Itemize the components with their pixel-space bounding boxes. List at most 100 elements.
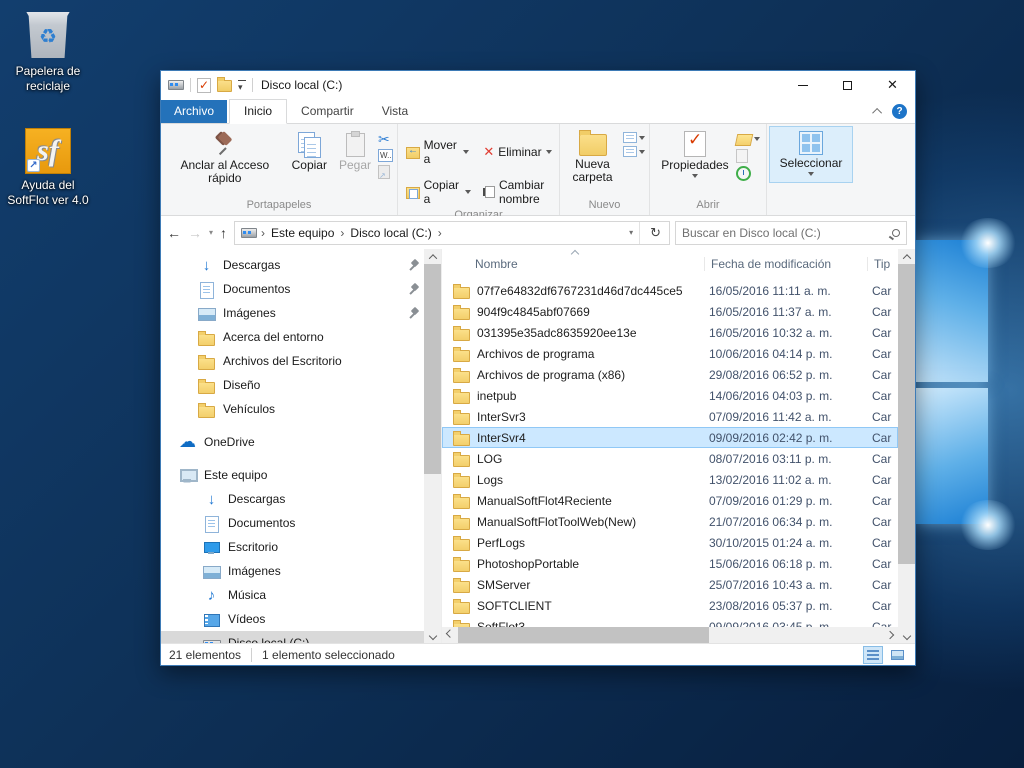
file-row[interactable]: inetpub 14/06/2016 04:03 p. m. Car bbox=[442, 385, 898, 406]
select-button[interactable]: Seleccionar bbox=[769, 126, 854, 183]
scrollbar-thumb[interactable] bbox=[898, 264, 915, 564]
easy-access-button[interactable] bbox=[623, 132, 645, 143]
sidebar-item-label: Descargas bbox=[223, 258, 400, 272]
new-folder-button[interactable]: Nueva carpeta bbox=[564, 128, 621, 187]
paste-button[interactable]: Pegar bbox=[334, 128, 376, 175]
sidebar-item[interactable]: Vehículos bbox=[161, 397, 424, 421]
sidebar-item[interactable]: Documentos bbox=[161, 511, 424, 535]
title-bar[interactable]: ▾ Disco local (C:) ✕ bbox=[161, 71, 915, 99]
sidebar-item[interactable]: Vídeos bbox=[161, 607, 424, 631]
column-header-name[interactable]: Nombre bbox=[442, 257, 705, 271]
search-icon[interactable] bbox=[892, 229, 900, 237]
scroll-up-icon[interactable] bbox=[898, 249, 915, 264]
sidebar-item[interactable]: Descargas bbox=[161, 253, 424, 277]
copy-to-button[interactable]: Copiar a bbox=[402, 176, 475, 208]
scroll-down-icon[interactable] bbox=[424, 628, 441, 643]
sidebar-item[interactable]: Música bbox=[161, 583, 424, 607]
scroll-right-icon[interactable] bbox=[882, 627, 898, 643]
open-button[interactable] bbox=[736, 132, 760, 146]
search-box[interactable] bbox=[675, 221, 907, 245]
file-row[interactable]: Archivos de programa (x86) 29/08/2016 06… bbox=[442, 364, 898, 385]
file-row[interactable]: 07f7e64832df6767231d46d7dc445ce5 16/05/2… bbox=[442, 280, 898, 301]
tab-compartir[interactable]: Compartir bbox=[287, 100, 368, 123]
paste-shortcut-icon[interactable] bbox=[378, 165, 390, 179]
details-view-button[interactable] bbox=[863, 646, 883, 664]
rename-button[interactable]: Cambiar nombre bbox=[481, 176, 555, 208]
file-row[interactable]: Logs 13/02/2016 11:02 a. m. Car bbox=[442, 469, 898, 490]
search-input[interactable] bbox=[682, 226, 892, 240]
cut-icon[interactable]: ✂ bbox=[378, 132, 393, 146]
file-row[interactable]: Archivos de programa 10/06/2016 04:14 p.… bbox=[442, 343, 898, 364]
minimize-button[interactable] bbox=[780, 71, 825, 99]
up-button[interactable]: ↑ bbox=[220, 225, 227, 241]
scrollbar-thumb[interactable] bbox=[458, 627, 709, 643]
properties-button[interactable]: Propiedades bbox=[656, 128, 733, 181]
tab-inicio[interactable]: Inicio bbox=[229, 99, 287, 124]
help-icon[interactable]: ? bbox=[892, 104, 907, 119]
new-item-icon bbox=[623, 146, 637, 157]
minimize-ribbon-icon[interactable] bbox=[872, 108, 882, 118]
address-dropdown-icon[interactable]: ▾ bbox=[623, 222, 640, 244]
sidebar-item[interactable]: Disco local (C:) bbox=[161, 631, 424, 643]
delete-button[interactable]: ✕ Eliminar bbox=[479, 136, 555, 168]
sidebar-item[interactable]: Imágenes bbox=[161, 559, 424, 583]
copy-path-icon[interactable]: W.. bbox=[378, 149, 393, 162]
sidebar-item[interactable]: Este equipo bbox=[161, 463, 424, 487]
file-date: 08/07/2016 03:11 p. m. bbox=[703, 452, 866, 466]
file-row[interactable]: 904f9c4845abf07669 16/05/2016 11:37 a. m… bbox=[442, 301, 898, 322]
recent-locations-icon[interactable]: ▾ bbox=[209, 228, 213, 237]
refresh-icon[interactable]: ↻ bbox=[644, 225, 667, 241]
edit-icon[interactable] bbox=[736, 149, 748, 163]
desktop-icon-recycle-bin[interactable]: Papelera de reciclaje bbox=[0, 10, 96, 94]
qat-customize-icon[interactable]: ▾ bbox=[238, 80, 246, 91]
close-button[interactable]: ✕ bbox=[870, 71, 915, 99]
sidebar-item[interactable]: Escritorio bbox=[161, 535, 424, 559]
file-row[interactable]: LOG 08/07/2016 03:11 p. m. Car bbox=[442, 448, 898, 469]
file-row[interactable]: ManualSoftFlot4Reciente 07/09/2016 01:29… bbox=[442, 490, 898, 511]
file-row[interactable]: ManualSoftFlotToolWeb(New) 21/07/2016 06… bbox=[442, 511, 898, 532]
file-row[interactable]: SOFTCLIENT 23/08/2016 05:37 p. m. Car bbox=[442, 595, 898, 616]
pin-to-quick-access-button[interactable]: Anclar al Acceso rápido bbox=[165, 128, 285, 188]
copy-button[interactable]: Copiar bbox=[287, 128, 332, 175]
file-row[interactable]: 031395e35adc8635920ee13e 16/05/2016 10:3… bbox=[442, 322, 898, 343]
scroll-left-icon[interactable] bbox=[442, 627, 458, 643]
breadcrumb-local-disk[interactable]: Disco local (C:) bbox=[348, 226, 433, 240]
column-headers: Nombre Fecha de modificación Tip bbox=[442, 249, 898, 275]
sidebar-item[interactable]: Descargas bbox=[161, 487, 424, 511]
column-header-type[interactable]: Tip bbox=[868, 257, 898, 271]
new-item-button[interactable] bbox=[623, 146, 645, 157]
tab-vista[interactable]: Vista bbox=[368, 100, 422, 123]
sidebar-item[interactable]: Documentos bbox=[161, 277, 424, 301]
sidebar-scrollbar[interactable] bbox=[424, 249, 441, 643]
file-row[interactable]: SoftFlot3 09/09/2016 03:45 p. m. Car bbox=[442, 616, 898, 627]
thumbnails-view-button[interactable] bbox=[887, 646, 907, 664]
history-icon[interactable] bbox=[736, 166, 751, 181]
back-button[interactable]: ← bbox=[167, 225, 181, 241]
sidebar-item[interactable]: Imágenes bbox=[161, 301, 424, 325]
column-header-date[interactable]: Fecha de modificación bbox=[705, 257, 868, 271]
qat-properties-icon[interactable] bbox=[197, 78, 211, 93]
file-row[interactable]: InterSvr4 09/09/2016 02:42 p. m. Car bbox=[442, 427, 898, 448]
sidebar-item[interactable]: Archivos del Escritorio bbox=[161, 349, 424, 373]
file-row[interactable]: PhotoshopPortable 15/06/2016 06:18 p. m.… bbox=[442, 553, 898, 574]
file-row[interactable]: InterSvr3 07/09/2016 11:42 a. m. Car bbox=[442, 406, 898, 427]
breadcrumb-this-pc[interactable]: Este equipo bbox=[269, 226, 336, 240]
scrollbar-thumb[interactable] bbox=[424, 264, 441, 474]
file-row[interactable]: PerfLogs 30/10/2015 01:24 a. m. Car bbox=[442, 532, 898, 553]
breadcrumb[interactable]: › Este equipo › Disco local (C:) › ▾ ↻ bbox=[234, 221, 670, 245]
forward-button[interactable]: → bbox=[188, 225, 202, 241]
horizontal-scrollbar[interactable] bbox=[442, 627, 898, 643]
desktop-icon-softflot-help[interactable]: sf ↗ Ayuda del SoftFlot ver 4.0 bbox=[0, 128, 96, 208]
scroll-down-icon[interactable] bbox=[898, 628, 915, 643]
doc-icon bbox=[203, 515, 220, 532]
tab-archivo[interactable]: Archivo bbox=[161, 100, 227, 123]
maximize-button[interactable] bbox=[825, 71, 870, 99]
sidebar-item[interactable]: OneDrive bbox=[161, 430, 424, 454]
sidebar-item[interactable]: Diseño bbox=[161, 373, 424, 397]
file-list-scrollbar[interactable] bbox=[898, 249, 915, 643]
move-to-button[interactable]: Mover a bbox=[402, 136, 473, 168]
qat-new-folder-icon[interactable] bbox=[217, 80, 232, 92]
sidebar-item[interactable]: Acerca del entorno bbox=[161, 325, 424, 349]
scroll-up-icon[interactable] bbox=[424, 249, 441, 264]
file-row[interactable]: SMServer 25/07/2016 10:43 a. m. Car bbox=[442, 574, 898, 595]
